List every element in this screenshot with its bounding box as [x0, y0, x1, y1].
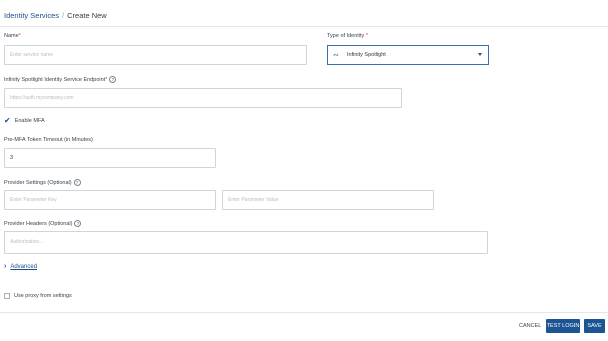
provider-headers-input[interactable]: Authorization...	[4, 231, 488, 254]
name-input[interactable]: Enter service name	[4, 45, 307, 65]
header-divider	[0, 26, 608, 27]
provider-headers-label: Provider Headers (Optional)?	[4, 220, 82, 227]
endpoint-input[interactable]: https://auth.mycompany.com	[4, 88, 402, 108]
name-label: Name*	[4, 33, 21, 39]
breadcrumb-separator: /	[62, 11, 65, 20]
breadcrumb-parent-link[interactable]: Identity Services	[4, 11, 59, 20]
chevron-down-icon	[478, 53, 482, 56]
help-icon[interactable]: ?	[74, 220, 82, 227]
mfa-timeout-label: Pre-MFA Token Timeout (in Minutes)	[4, 137, 93, 143]
type-of-identity-label: Type of Identity *	[327, 33, 368, 39]
breadcrumb-current: Create New	[67, 11, 107, 20]
type-of-identity-value: Infinity Spotlight	[347, 52, 386, 58]
parameter-key-placeholder: Enter Parameter Key	[10, 197, 57, 203]
checkbox-box[interactable]	[4, 293, 10, 299]
use-proxy-label: Use proxy from settings	[14, 293, 72, 299]
mfa-timeout-input[interactable]: 3	[4, 148, 216, 168]
checkmark-icon: ✔	[4, 116, 11, 125]
parameter-value-placeholder: Enter Parameter Value	[228, 197, 279, 203]
footer-divider	[0, 312, 608, 313]
endpoint-placeholder: https://auth.mycompany.com	[10, 95, 74, 101]
use-proxy-checkbox[interactable]: Use proxy from settings	[4, 293, 72, 299]
link-icon: ∾	[333, 52, 339, 59]
help-icon[interactable]: ?	[109, 76, 117, 83]
mfa-timeout-value: 3	[10, 155, 14, 161]
parameter-value-input[interactable]: Enter Parameter Value	[222, 190, 434, 210]
test-login-button[interactable]: TEST LOGIN	[546, 319, 580, 333]
parameter-key-input[interactable]: Enter Parameter Key	[4, 190, 216, 210]
advanced-link[interactable]: Advanced	[10, 264, 37, 270]
enable-mfa-label: Enable MFA	[14, 118, 45, 124]
chevron-right-icon: ›	[4, 263, 7, 270]
endpoint-label: Infinity Spotlight Identity Service Endp…	[4, 76, 117, 83]
name-placeholder: Enter service name	[10, 52, 54, 58]
save-button[interactable]: SAVE	[584, 319, 605, 333]
advanced-toggle[interactable]: › Advanced	[4, 263, 37, 270]
provider-settings-label: Provider Settings (Optional)?	[4, 179, 81, 186]
help-icon[interactable]: ?	[73, 179, 81, 186]
breadcrumb: Identity Services / Create New	[4, 11, 107, 20]
enable-mfa-checkbox[interactable]: ✔ Enable MFA	[4, 117, 45, 125]
cancel-button[interactable]: CANCEL	[519, 323, 541, 329]
type-of-identity-select[interactable]: ∾ Infinity Spotlight	[327, 45, 489, 65]
provider-headers-placeholder: Authorization...	[10, 239, 44, 245]
